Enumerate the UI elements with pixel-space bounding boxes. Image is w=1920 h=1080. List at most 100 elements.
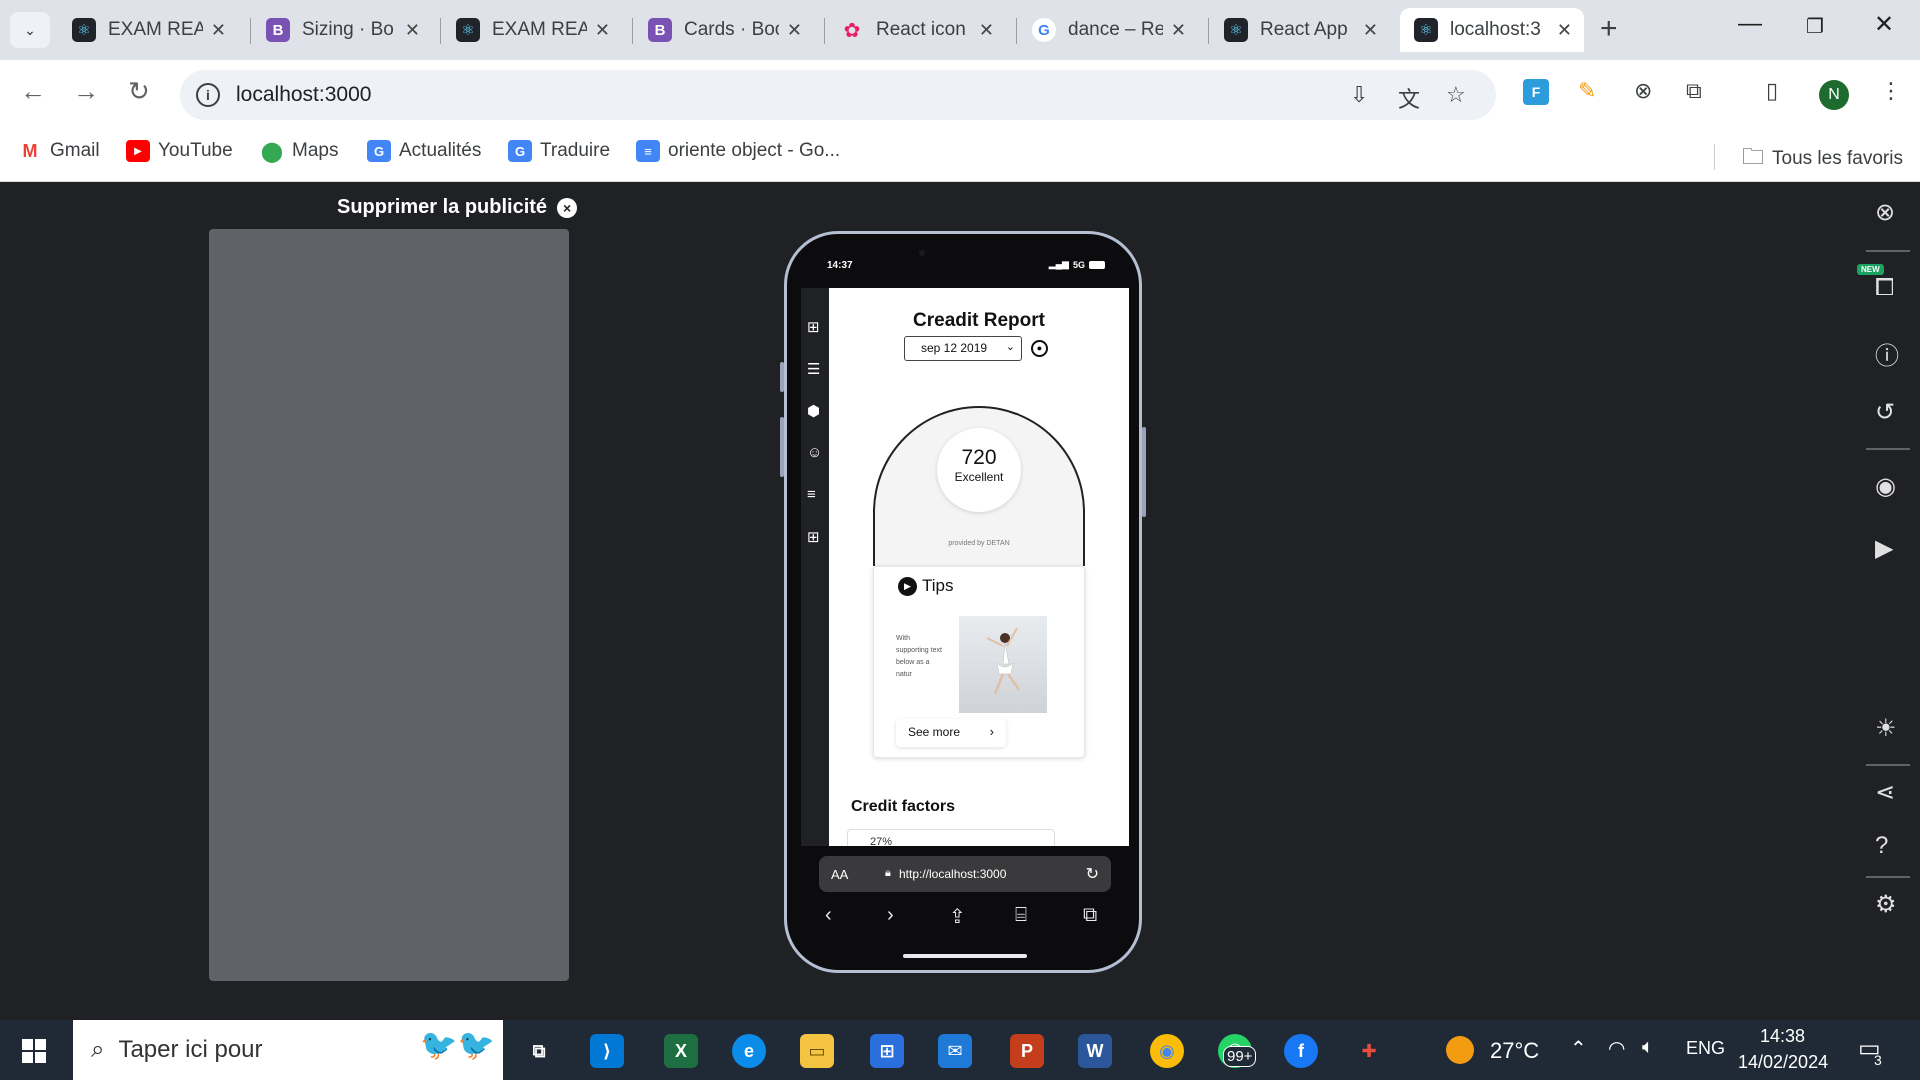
tab-separator [1208, 18, 1209, 44]
list-icon[interactable]: ☰ [807, 360, 820, 378]
tabs-icon[interactable]: ⧉ [1083, 904, 1097, 927]
edge-icon[interactable]: e [732, 1034, 766, 1068]
play-icon[interactable]: ▶ [898, 577, 917, 596]
tab-8-active[interactable]: ⚛ localhost:3 ✕ [1400, 8, 1584, 52]
close-icon[interactable]: ✕ [1171, 20, 1186, 41]
clock-time[interactable]: 14:38 [1760, 1026, 1805, 1047]
text-size-button[interactable]: AA [831, 867, 848, 882]
video-icon[interactable]: ▶ [1875, 534, 1893, 563]
store-icon[interactable]: ⊞ [870, 1034, 904, 1068]
tab-2[interactable]: B Sizing · Bo ✕ [252, 8, 432, 52]
bookmark-gmail[interactable]: M Gmail [18, 140, 100, 162]
rotate-icon[interactable]: ↺ [1875, 398, 1895, 427]
help-icon[interactable]: ? [1875, 832, 1888, 860]
chrome-icon[interactable]: ◉ [1150, 1034, 1184, 1068]
date-select[interactable]: sep 12 2019 ⌄ [904, 336, 1022, 361]
taskbar-search-input[interactable]: ⌕ Taper ici pour 🐦🐦 [73, 1020, 503, 1080]
close-icon[interactable]: ✕ [1363, 20, 1378, 41]
tray-chevron-icon[interactable]: ⌃ [1570, 1036, 1587, 1061]
profile-avatar[interactable]: N [1819, 80, 1849, 110]
restore-icon[interactable]: ❐ [1806, 14, 1824, 39]
tab-1[interactable]: ⚛ EXAM REA ✕ [58, 8, 238, 52]
file-explorer-icon[interactable]: ▭ [800, 1034, 834, 1068]
brightness-icon[interactable]: ☀ [1875, 714, 1897, 743]
network-label: 5G [1072, 259, 1085, 270]
bookmark-maps[interactable]: ⬤ Maps [260, 140, 339, 163]
forward-icon[interactable]: → [73, 76, 99, 107]
reload-icon[interactable]: ↻ [128, 76, 150, 107]
user-circle-icon[interactable]: ● [1031, 340, 1048, 357]
see-more-button[interactable]: See more › [896, 719, 1006, 747]
tab-3[interactable]: ⚛ EXAM REA ✕ [442, 8, 622, 52]
user-icon[interactable]: ☺ [807, 444, 822, 461]
share-icon[interactable]: ⇪ [949, 904, 966, 929]
address-url[interactable]: localhost:3000 [236, 83, 371, 107]
powerpoint-icon[interactable]: P [1010, 1034, 1044, 1068]
vscode-icon[interactable]: ⟩ [590, 1034, 624, 1068]
install-app-icon[interactable]: ⇩ [1350, 82, 1368, 108]
close-icon[interactable]: ✕ [405, 20, 420, 41]
cube-icon[interactable]: ⬢ [807, 402, 820, 420]
devices-icon[interactable]: ⧠ [1875, 274, 1894, 302]
forward-icon[interactable]: › [887, 904, 894, 927]
bookmark-news[interactable]: G Actualités [367, 140, 481, 162]
credit-factor-item[interactable]: 27% [847, 829, 1055, 846]
bookmark-youtube[interactable]: ▶ YouTube [126, 140, 233, 162]
close-icon[interactable]: ✕ [1557, 20, 1572, 41]
bookmark-translate[interactable]: G Traduire [508, 140, 610, 162]
settings-gear-icon[interactable]: ⚙ [1875, 890, 1897, 919]
close-icon[interactable]: ✕ [211, 20, 226, 41]
wifi-icon[interactable]: ◠ [1608, 1036, 1625, 1061]
panel-close-icon[interactable]: ⊗ [1875, 198, 1895, 227]
extension-icon[interactable]: ⊗ [1634, 78, 1652, 104]
share-icon[interactable]: ⋖ [1875, 778, 1895, 807]
app-icon[interactable]: ✚ [1352, 1034, 1386, 1068]
tab-search-button[interactable]: ⌄ [10, 12, 50, 48]
back-icon[interactable]: ← [20, 76, 46, 107]
extensions-puzzle-icon[interactable]: ⧉ [1686, 78, 1702, 104]
safari-url[interactable]: http://localhost:3000 [899, 867, 1006, 881]
minimize-icon[interactable]: — [1738, 10, 1762, 38]
camera-icon[interactable]: ◉ [1875, 472, 1896, 501]
reload-icon[interactable]: ↻ [1086, 864, 1099, 884]
close-icon[interactable]: × [557, 197, 578, 218]
task-view-icon[interactable]: ⧉ [522, 1034, 556, 1068]
bookmark-star-icon[interactable]: ☆ [1446, 82, 1466, 108]
clock-date[interactable]: 14/02/2024 [1738, 1052, 1828, 1073]
weather-temp[interactable]: 27°C [1490, 1038, 1539, 1064]
word-icon[interactable]: W [1078, 1034, 1112, 1068]
menu-kebab-icon[interactable]: ⋮ [1880, 78, 1902, 104]
close-icon[interactable]: ✕ [979, 20, 994, 41]
safari-url-bar[interactable]: AA 🔒︎ http://localhost:3000 ↻ [819, 856, 1111, 892]
side-panel-icon[interactable]: ▯ [1766, 78, 1778, 104]
bookmarks-book-icon[interactable]: ⌸ [1015, 904, 1027, 927]
close-icon[interactable]: ✕ [595, 20, 610, 41]
new-tab-button[interactable]: + [1600, 12, 1618, 46]
site-info-icon[interactable]: i [196, 83, 220, 107]
tab-4[interactable]: B Cards · Boo ✕ [634, 8, 814, 52]
dashboard-icon[interactable]: ⊞ [807, 318, 820, 336]
remove-ad-button[interactable]: Supprimer la publicité × [337, 196, 578, 219]
translate-icon[interactable]: 文 [1398, 82, 1420, 114]
mail-icon[interactable]: ✉ [938, 1034, 972, 1068]
grid-icon[interactable]: ⊞ [807, 528, 820, 546]
tab-7[interactable]: ⚛ React App ✕ [1210, 8, 1390, 52]
facebook-icon[interactable]: f [1284, 1034, 1318, 1068]
tab-title: EXAM REA [492, 19, 587, 40]
address-bar[interactable]: i localhost:3000 ⇩ 文 ☆ [180, 70, 1496, 120]
windows-start-icon[interactable] [22, 1039, 46, 1063]
window-close-icon[interactable]: ✕ [1874, 10, 1894, 39]
bookmark-docs[interactable]: ≡ oriente object - Go... [636, 140, 840, 162]
info-icon[interactable]: ⓘ [1875, 336, 1899, 371]
menu-icon[interactable]: ≡ [807, 486, 816, 503]
extension-f-icon[interactable]: F [1523, 79, 1549, 105]
back-icon[interactable]: ‹ [825, 904, 832, 927]
volume-icon[interactable]: 🔈︎ [1642, 1036, 1654, 1059]
language-indicator[interactable]: ENG [1686, 1038, 1725, 1059]
tab-6[interactable]: G dance – Re ✕ [1018, 8, 1198, 52]
close-icon[interactable]: ✕ [787, 20, 802, 41]
excel-icon[interactable]: X [664, 1034, 698, 1068]
color-picker-icon[interactable]: ✎ [1578, 78, 1596, 104]
all-bookmarks[interactable]: 🗀 Tous les favoris [1742, 140, 1903, 178]
tab-5[interactable]: ✿ React icon ✕ [826, 8, 1006, 52]
